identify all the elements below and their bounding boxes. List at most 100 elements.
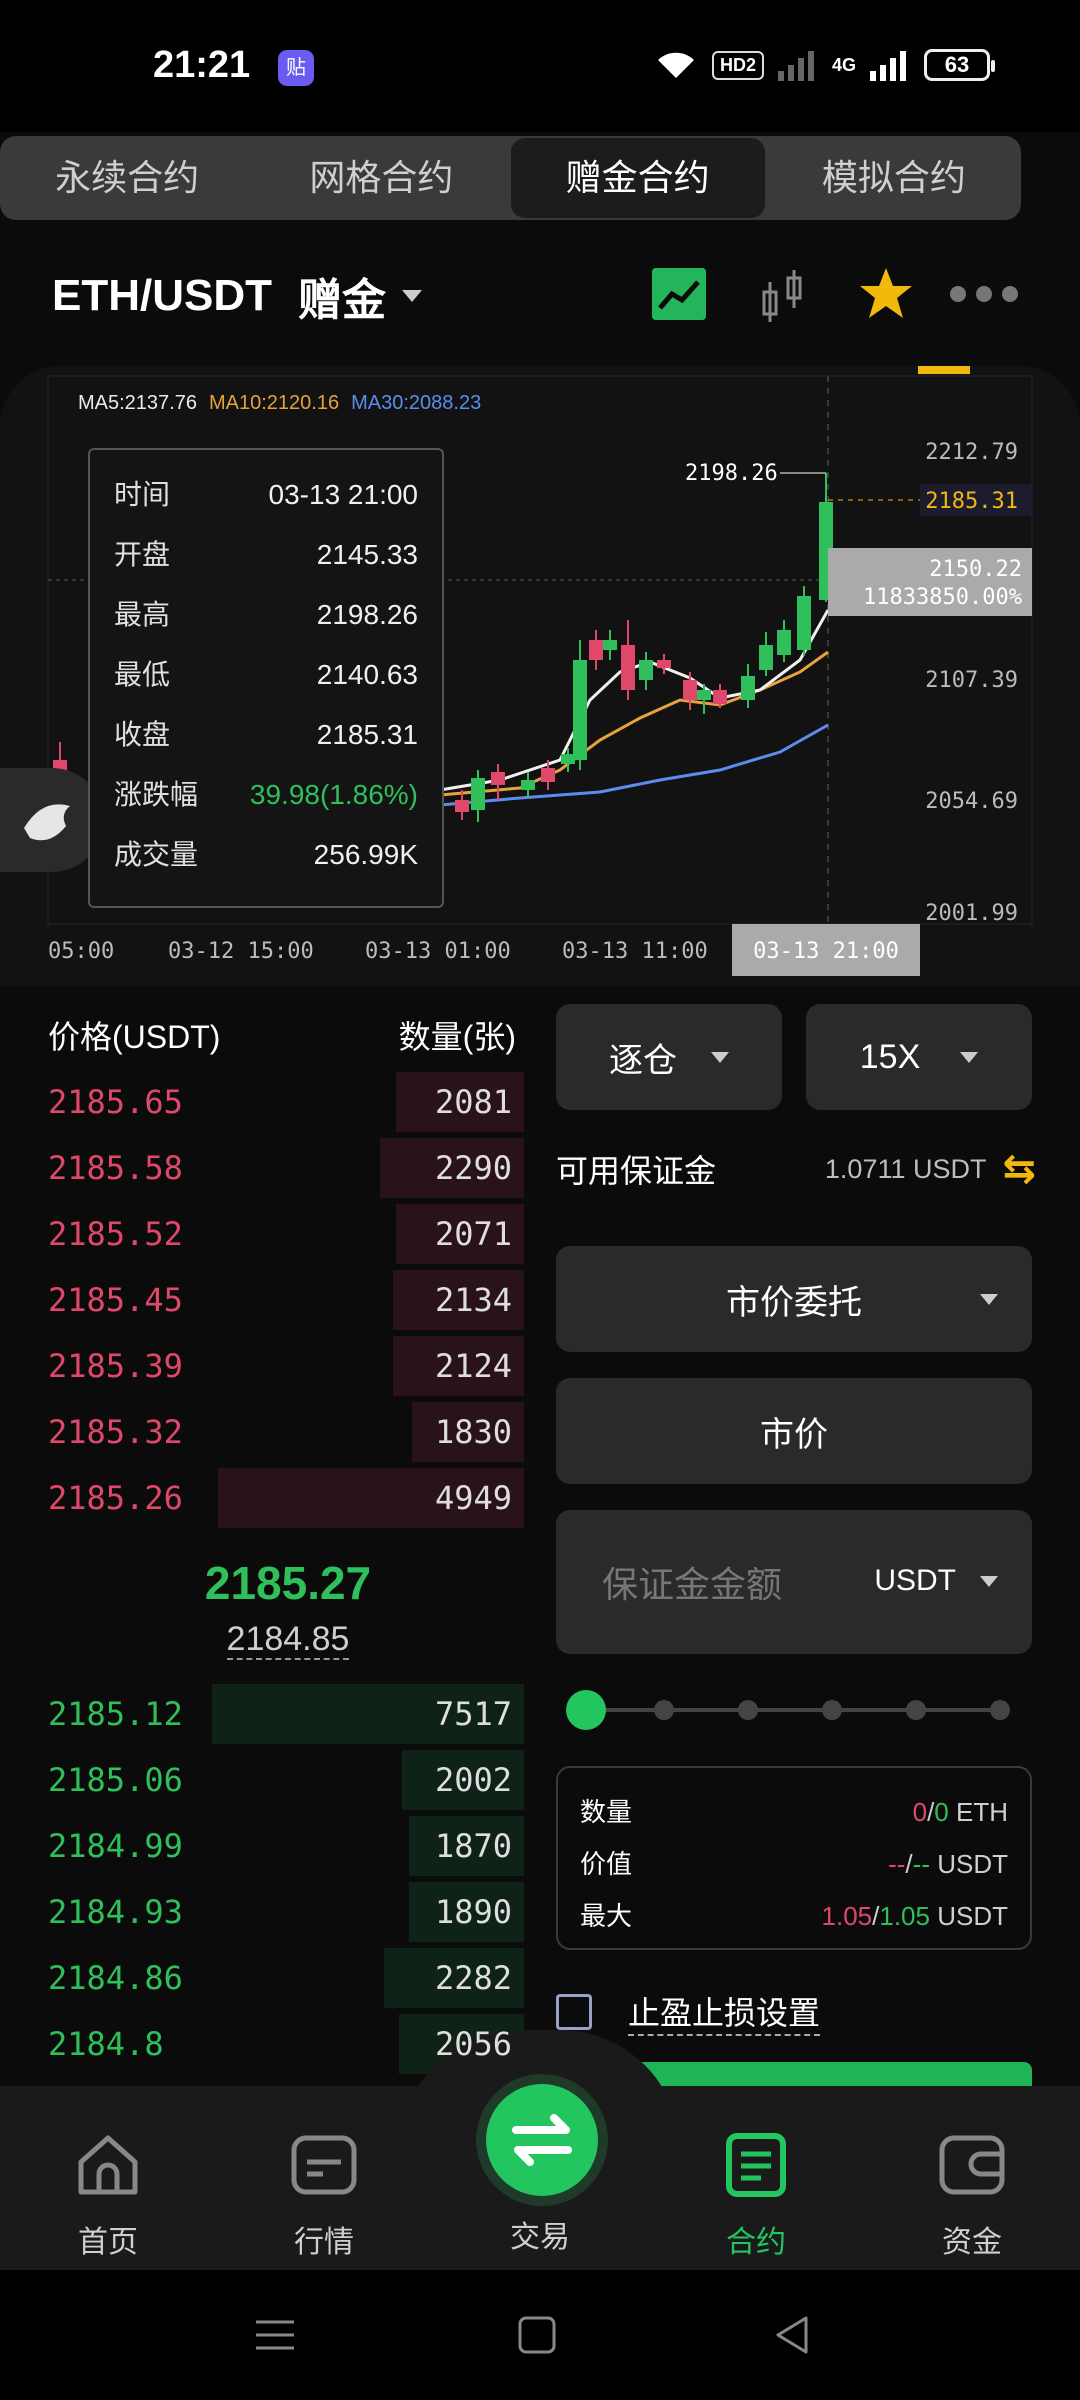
order-qty: 2056 (434, 2025, 512, 2063)
bid-row[interactable]: 2184.99 1870 (48, 1816, 524, 1876)
price-column-header: 价格(USDT) (48, 1019, 221, 1055)
ask-row[interactable]: 2185.39 2124 (48, 1336, 524, 1396)
max-long: 1.05 (821, 1901, 873, 1931)
order-qty: 2290 (434, 1149, 512, 1187)
swap-arrows-icon (512, 2114, 572, 2166)
crosshair-pct: 11833850.00% (863, 585, 1022, 610)
slider-step[interactable] (654, 1700, 674, 1720)
order-type-select[interactable]: 市价委托 (556, 1246, 1032, 1352)
leverage-select[interactable]: 15X (806, 1004, 1032, 1110)
bid-row[interactable]: 2184.93 1890 (48, 1882, 524, 1942)
candle-body (603, 640, 617, 650)
order-qty: 2081 (434, 1083, 512, 1121)
caret-down-icon (980, 1576, 998, 1587)
qty-long: 0 (912, 1797, 928, 1827)
high-marker: 2198.26 (685, 461, 778, 486)
order-qty: 7517 (434, 1695, 512, 1733)
ask-row[interactable]: 2185.32 1830 (48, 1402, 524, 1462)
current-price-tag: 2185.31 (925, 489, 1018, 514)
order-price: 2185.39 (48, 1347, 183, 1385)
tooltip-value: 2198.26 (316, 599, 418, 630)
trade-fab[interactable] (486, 2084, 598, 2196)
candle-body (639, 660, 653, 680)
ma30-label: MA30:2088.23 (351, 392, 482, 414)
tooltip-label: 开盘 (114, 539, 171, 570)
candle-body (471, 778, 485, 810)
price-tick: 2107.39 (925, 668, 1018, 693)
margin-mode-select[interactable]: 逐仓 (556, 1004, 782, 1110)
margin-amount-input[interactable]: 保证金金额 USDT (556, 1510, 1032, 1654)
open-long-button[interactable] (628, 2062, 1032, 2086)
value-unit: USDT (937, 1849, 1008, 1879)
max-summary-label: 最大 (580, 1901, 633, 1931)
slider-step[interactable] (990, 1700, 1010, 1720)
slider-handle[interactable] (566, 1690, 606, 1730)
order-price: 2185.65 (48, 1083, 183, 1121)
candle-body (561, 754, 575, 764)
bird-logo-icon (24, 804, 70, 841)
home-square-icon[interactable] (512, 2310, 562, 2360)
tpsl-toggle[interactable]: 止盈止损设置 (556, 1988, 821, 2036)
leverage-label: 15X (859, 1037, 921, 1076)
order-qty: 4949 (434, 1479, 512, 1517)
last-price[interactable]: 2185.27 (148, 1556, 428, 1610)
bid-row[interactable]: 2184.86 2282 (48, 1948, 524, 2008)
market-icon (291, 2135, 357, 2195)
slider-step[interactable] (822, 1700, 842, 1720)
qty-summary-label: 数量 (580, 1797, 633, 1827)
nav-label: 合约 (726, 2226, 786, 2259)
order-qty: 2124 (434, 1347, 512, 1385)
candle-body (777, 630, 791, 655)
transfer-icon[interactable]: ⇆ (1002, 1146, 1036, 1192)
candle-tooltip: 时间 03-13 21:00 开盘 2145.33 最高 2198.26 最低 2140… (88, 448, 444, 908)
tooltip-value: 39.98(1.86%) (249, 779, 418, 810)
slider-step[interactable] (906, 1700, 926, 1720)
margin-mode-label: 逐仓 (609, 1041, 677, 1080)
slider-step[interactable] (738, 1700, 758, 1720)
back-icon[interactable] (766, 2310, 816, 2360)
nav-label[interactable]: 交易 (460, 2212, 620, 2256)
nav-contract[interactable]: 合约 (676, 2130, 836, 2261)
ask-row[interactable]: 2185.52 2071 (48, 1204, 524, 1264)
mark-price[interactable]: 2184.85 (148, 1620, 428, 1660)
tooltip-label: 成交量 (114, 839, 199, 870)
system-nav-bar (0, 2270, 1080, 2400)
bid-row[interactable]: 2185.12 7517 (48, 1684, 524, 1744)
ask-row[interactable]: 2185.45 2134 (48, 1270, 524, 1330)
order-type-label: 市价委托 (726, 1283, 862, 1322)
tpsl-checkbox[interactable] (556, 1994, 592, 2030)
tooltip-value: 2140.63 (316, 659, 418, 690)
value-long: -- (888, 1849, 906, 1879)
candle-body (521, 780, 535, 790)
qty-column-header: 数量(张) (398, 1019, 516, 1055)
tooltip-label: 最高 (114, 599, 171, 630)
candle-body (657, 660, 671, 668)
order-price: 2185.52 (48, 1215, 183, 1253)
candle-body (573, 660, 587, 760)
tooltip-value: 03-13 21:00 (268, 479, 418, 510)
ask-row[interactable]: 2185.26 4949 (48, 1468, 524, 1528)
nav-home[interactable]: 首页 (28, 2130, 188, 2261)
candle-body (455, 800, 469, 812)
available-margin-value: 1.0711 USDT (824, 1153, 987, 1184)
crosshair-time: 03-13 21:00 (753, 939, 899, 964)
order-price: 2185.45 (48, 1281, 183, 1319)
qty-short: 0 (934, 1797, 949, 1827)
ma5-label: MA5:2137.76 (78, 392, 197, 414)
market-price-field[interactable]: 市价 (556, 1378, 1032, 1484)
amount-unit-select[interactable]: USDT (874, 1564, 956, 1598)
candle-body (621, 645, 635, 690)
nav-label: 首页 (78, 2226, 138, 2259)
ask-row[interactable]: 2185.65 2081 (48, 1072, 524, 1132)
candle-body (759, 645, 773, 670)
bid-row[interactable]: 2185.06 2002 (48, 1750, 524, 1810)
nav-funds[interactable]: 资金 (892, 2130, 1052, 2261)
ask-row[interactable]: 2185.58 2290 (48, 1138, 524, 1198)
nav-market[interactable]: 行情 (244, 2130, 404, 2261)
order-qty: 1890 (434, 1893, 512, 1931)
tpsl-label[interactable]: 止盈止损设置 (628, 1988, 821, 2036)
amount-slider[interactable] (566, 1690, 1014, 1730)
margin-amount-placeholder: 保证金金额 (602, 1564, 783, 1605)
menu-icon[interactable] (250, 2310, 300, 2360)
order-qty: 2282 (434, 1959, 512, 1997)
